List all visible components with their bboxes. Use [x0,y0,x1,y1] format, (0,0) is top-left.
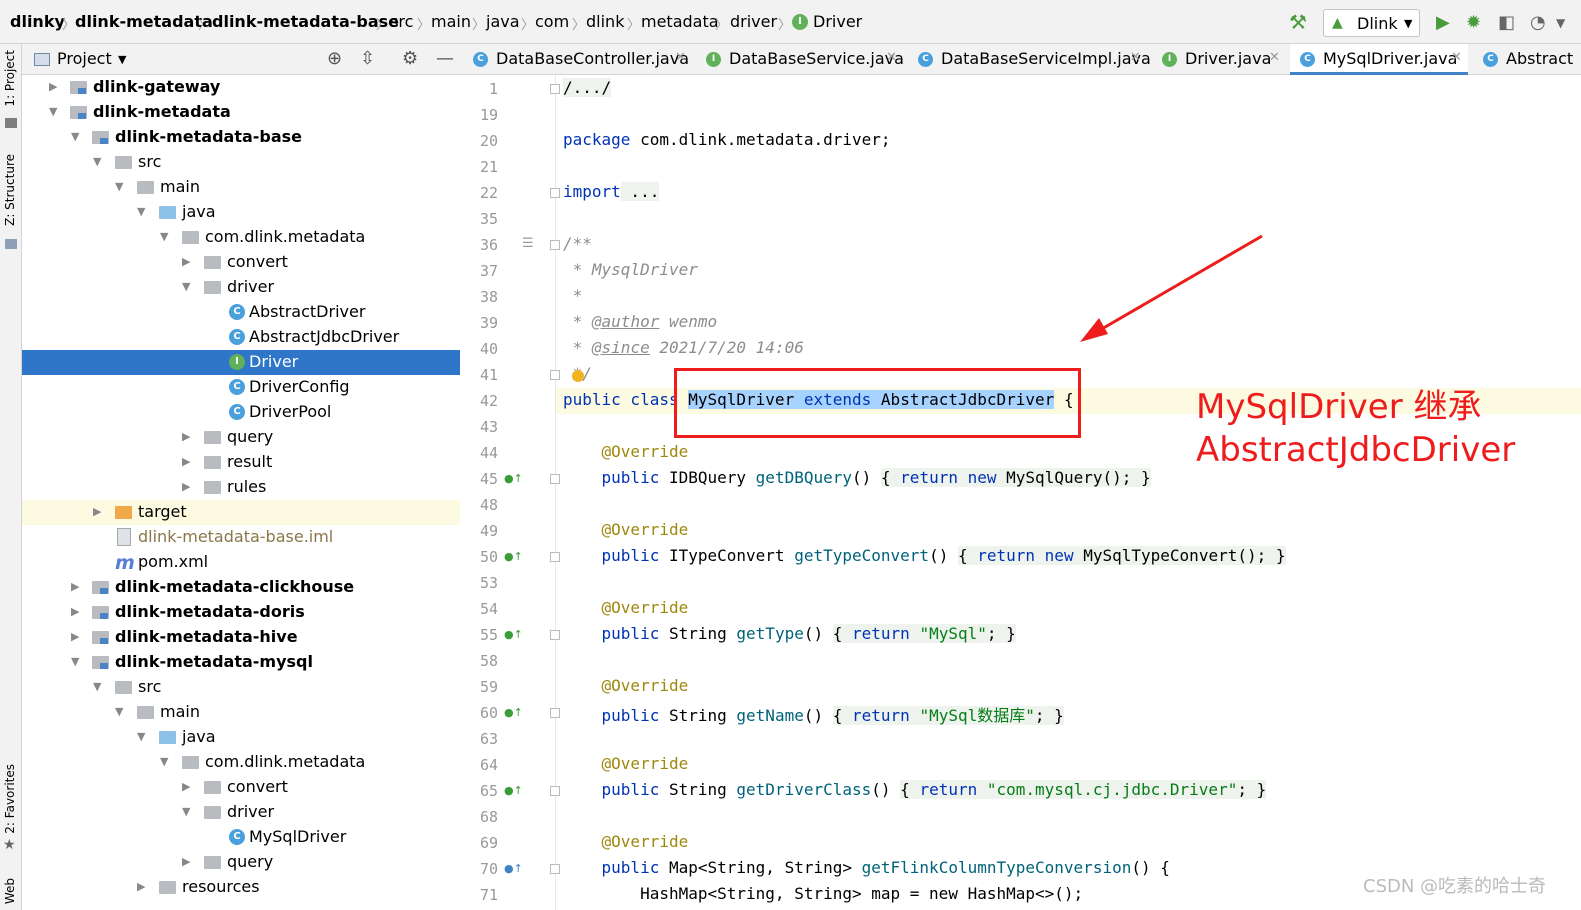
annotation-line: AbstractJdbcDriver [1196,430,1516,470]
arrow-head [1080,318,1108,342]
annotation-text: MySqlDriver 继承 AbstractJdbcDriver [1196,386,1515,472]
arrow-shaft [1099,234,1263,332]
annotation-line: MySqlDriver 继承 [1196,387,1482,427]
watermark: CSDN @吃素的哈士奇 [1363,876,1547,897]
